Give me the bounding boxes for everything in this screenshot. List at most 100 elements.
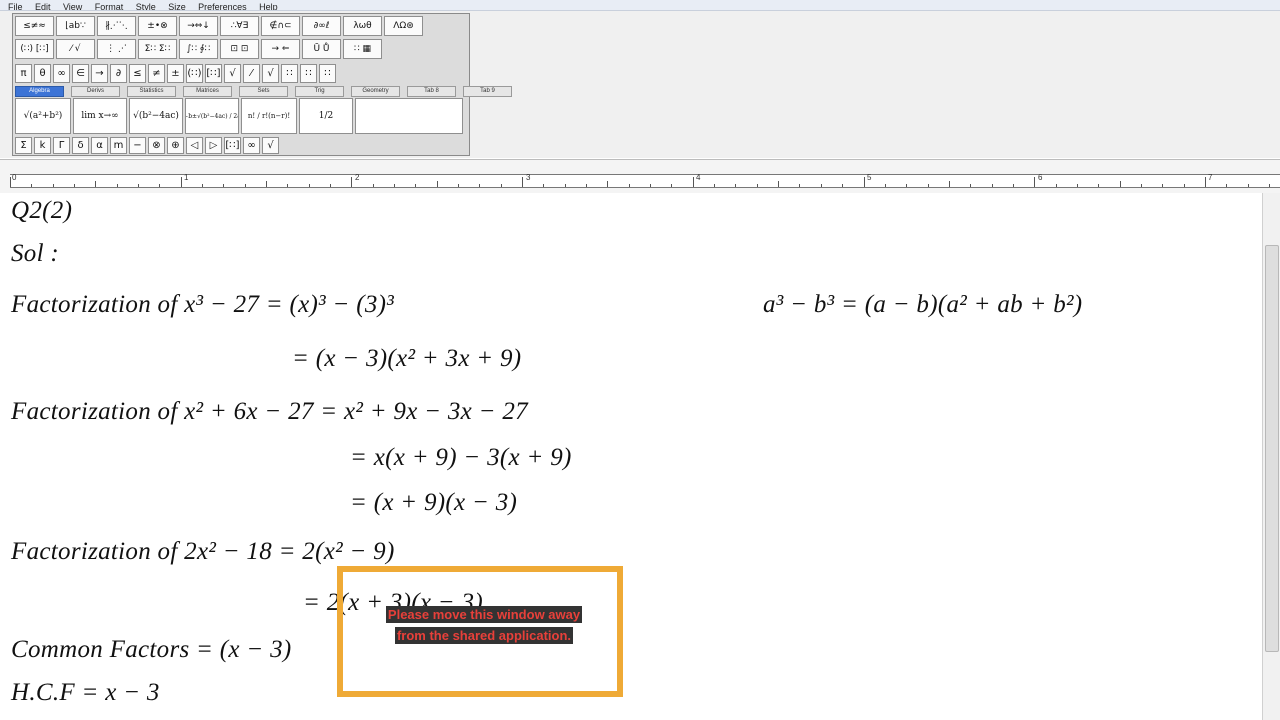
plus-minus-button[interactable]: ± [167, 64, 184, 83]
menu-preferences[interactable]: Preferences [198, 3, 247, 11]
menu-file[interactable]: File [8, 3, 23, 11]
ruler-tick [735, 184, 737, 187]
brackets-template-button[interactable]: [∷] [205, 64, 222, 83]
template-limit[interactable]: lim x→∞ [73, 98, 127, 134]
ruler-strip[interactable] [10, 174, 1280, 188]
tab-algebra[interactable]: Algebra [15, 86, 64, 97]
ruler-tick [351, 177, 353, 187]
tab-9[interactable]: Tab 9 [463, 86, 512, 97]
tab-derivs[interactable]: Derivs [71, 86, 120, 97]
minus-symbol-button[interactable]: − [129, 137, 146, 154]
sigma-symbol-button[interactable]: Σ [15, 137, 32, 154]
m-symbol-button[interactable]: m [110, 137, 127, 154]
template-combination[interactable]: n! / r!(n−r)! [241, 98, 297, 134]
tab-matrices[interactable]: Matrices [183, 86, 232, 97]
ruler-tick [820, 184, 822, 187]
operators-palette-button[interactable]: ±•⊗ [138, 16, 177, 36]
logic-palette-button[interactable]: ∴∀∃ [220, 16, 259, 36]
greek-lower-palette-button[interactable]: λωθ [343, 16, 382, 36]
fraction-template-button[interactable]: ⁄ [243, 64, 260, 83]
tab-geometry[interactable]: Geometry [351, 86, 400, 97]
sub-superscript-button[interactable]: ∷ [319, 64, 336, 83]
menu-style[interactable]: Style [136, 3, 156, 11]
ruler-number: 2 [355, 173, 360, 182]
relations-palette-button[interactable]: ≤≠≈ [15, 16, 54, 36]
misc-palette-button[interactable]: ∂∞ℓ [302, 16, 341, 36]
ruler-tick [1076, 184, 1078, 187]
products-templates-button[interactable]: Ū Ů [302, 39, 341, 59]
left-triangle-button[interactable]: ◁ [186, 137, 203, 154]
fence-templates-button[interactable]: (∷) [∷] [15, 39, 54, 59]
otimes-symbol-button[interactable]: ⊗ [148, 137, 165, 154]
ruler-tick [1183, 184, 1185, 187]
theta-symbol-button[interactable]: θ [34, 64, 51, 83]
ruler-tick [202, 184, 204, 187]
menu-format[interactable]: Format [95, 3, 124, 11]
ruler-tick [415, 184, 417, 187]
ruler-tick [1226, 184, 1228, 187]
menu-edit[interactable]: Edit [35, 3, 51, 11]
fraction-radical-button[interactable]: ⁄ √ [56, 39, 95, 59]
scrollbar-thumb[interactable] [1265, 245, 1279, 652]
tab-statistics[interactable]: Statistics [127, 86, 176, 97]
bracket-template-button[interactable]: [∷] [224, 137, 241, 154]
infinity-symbol-button[interactable]: ∞ [53, 64, 70, 83]
right-triangle-button[interactable]: ▷ [205, 137, 222, 154]
pi-symbol-button[interactable]: π [15, 64, 32, 83]
sqrt-symbol-button[interactable]: √ [262, 137, 279, 154]
tab-trig[interactable]: Trig [295, 86, 344, 97]
not-equal-button[interactable]: ≠ [148, 64, 165, 83]
delta-symbol-button[interactable]: δ [72, 137, 89, 154]
parens-template-button[interactable]: (∷) [186, 64, 203, 83]
matrix-templates-button[interactable]: ∷ ▦ [343, 39, 382, 59]
greek-upper-palette-button[interactable]: ΛΩ⊛ [384, 16, 423, 36]
menu-size[interactable]: Size [168, 3, 186, 11]
vertical-scrollbar[interactable] [1262, 193, 1280, 720]
ruler-tick [394, 184, 396, 187]
element-of-button[interactable]: ∈ [72, 64, 89, 83]
tab-8[interactable]: Tab 8 [407, 86, 456, 97]
menu-view[interactable]: View [63, 3, 82, 11]
bar-templates-button[interactable]: ⊡ ⊡ [220, 39, 259, 59]
ruler-tick [628, 184, 630, 187]
template-pythagoras[interactable]: √(a²+b²) [15, 98, 71, 134]
ruler-tick [458, 184, 460, 187]
oplus-symbol-button[interactable]: ⊕ [167, 137, 184, 154]
k-symbol-button[interactable]: k [34, 137, 51, 154]
integral-templates-button[interactable]: ∫∷ ∮∷ [179, 39, 218, 59]
embellishments-palette-button[interactable]: ∦⋰⋱ [97, 16, 136, 36]
quick-symbols-row: π θ ∞ ∈ → ∂ ≤ ≠ ± (∷) [∷] √ ⁄ √ ∷ ∷ ∷ [15, 64, 338, 83]
alpha-symbol-button[interactable]: α [91, 137, 108, 154]
factorization-2-step-3: = (x + 9)(x − 3) [350, 489, 518, 516]
gamma-symbol-button[interactable]: Γ [53, 137, 70, 154]
less-equal-button[interactable]: ≤ [129, 64, 146, 83]
labeled-arrow-button[interactable]: → ⇐ [261, 39, 300, 59]
sqrt-template-button[interactable]: √ [224, 64, 241, 83]
ruler-tick [799, 184, 801, 187]
partial-symbol-button[interactable]: ∂ [110, 64, 127, 83]
template-quadratic-formula[interactable]: −b±√(b²−4ac) / 2a [185, 98, 239, 134]
ruler-tick [756, 184, 758, 187]
factorization-2: Factorization of x² + 6x − 27 = x² + 9x … [11, 398, 528, 426]
equation-document[interactable]: Q2(2) Sol : Factorization of x³ − 27 = (… [0, 193, 1262, 720]
menu-help[interactable]: Help [259, 3, 278, 11]
nth-root-button[interactable]: √ [262, 64, 279, 83]
ruler-tick [1247, 184, 1249, 187]
summation-templates-button[interactable]: Σ∷ Σ∷ [138, 39, 177, 59]
arrow-symbol-button[interactable]: → [91, 64, 108, 83]
template-discriminant[interactable]: √(b²−4ac) [129, 98, 183, 134]
tab-sets[interactable]: Sets [239, 86, 288, 97]
script-templates-button[interactable]: ⋮ ⋰ [97, 39, 136, 59]
template-empty-slot[interactable] [355, 98, 463, 134]
spaces-palette-button[interactable]: ⌊ab∵ [56, 16, 95, 36]
ruler-tick [927, 184, 929, 187]
quick-symbols-row-2: Σ k Γ δ α m − ⊗ ⊕ ◁ ▷ [∷] ∞ √ [15, 137, 281, 154]
template-half[interactable]: 1/2 [299, 98, 353, 134]
subscript-button[interactable]: ∷ [300, 64, 317, 83]
template-tabs: Algebra Derivs Statistics Matrices Sets … [15, 86, 519, 97]
superscript-button[interactable]: ∷ [281, 64, 298, 83]
sets-palette-button[interactable]: ∉∩⊂ [261, 16, 300, 36]
arrows-palette-button[interactable]: →⇔↓ [179, 16, 218, 36]
warning-line-1: Please move this window away [385, 606, 583, 623]
infinity-symbol-button-2[interactable]: ∞ [243, 137, 260, 154]
